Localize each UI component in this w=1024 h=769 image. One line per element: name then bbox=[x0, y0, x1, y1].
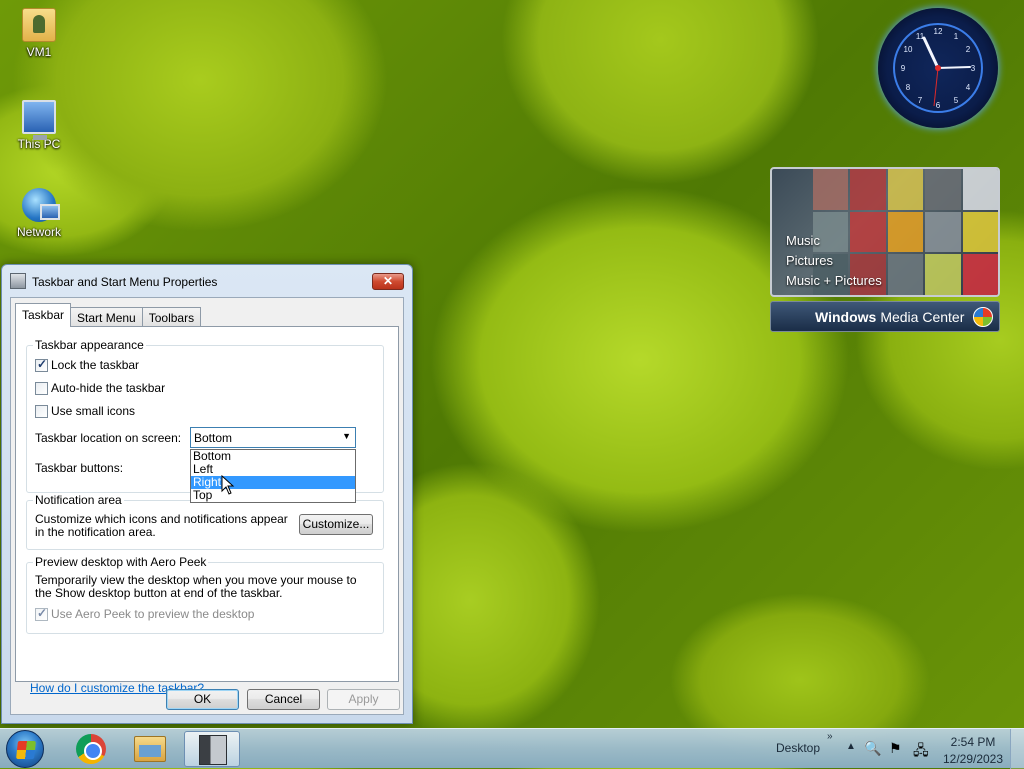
toolbar-chevron-icon[interactable]: » bbox=[827, 731, 833, 742]
notification-description: Customize which icons and notifications … bbox=[35, 512, 288, 539]
svg-text:7: 7 bbox=[918, 96, 923, 105]
combobox-value: Bottom bbox=[194, 431, 233, 445]
clock-face-icon: 1212 345 678 91011 bbox=[893, 23, 983, 113]
close-button[interactable]: ✕ bbox=[372, 273, 404, 290]
taskbar-properties-icon bbox=[199, 735, 227, 765]
media-menu-pictures[interactable]: Pictures bbox=[786, 251, 882, 271]
checkbox-label: Use Aero Peek to preview the desktop bbox=[51, 607, 255, 621]
option-right[interactable]: Right bbox=[191, 476, 355, 489]
media-menu-music[interactable]: Music bbox=[786, 231, 882, 251]
search-icon[interactable]: 🔍 bbox=[864, 740, 881, 757]
svg-text:8: 8 bbox=[906, 83, 911, 92]
taskbar-appearance-group: Taskbar appearance Lock the taskbar Auto… bbox=[26, 338, 384, 503]
tab-start-menu[interactable]: Start Menu bbox=[70, 307, 143, 326]
tab-taskbar[interactable]: Taskbar bbox=[15, 303, 72, 327]
group-title: Taskbar appearance bbox=[33, 338, 146, 352]
svg-text:5: 5 bbox=[954, 96, 959, 105]
taskbar-app-explorer[interactable] bbox=[122, 731, 178, 767]
desktop-icon-label: Network bbox=[16, 225, 61, 239]
brand-text: Media Center bbox=[880, 308, 965, 325]
dropdown-arrow-icon[interactable]: ▼ bbox=[342, 431, 351, 441]
svg-text:3: 3 bbox=[971, 64, 976, 73]
group-title: Notification area bbox=[33, 493, 124, 507]
mouse-cursor-icon bbox=[221, 475, 235, 495]
media-center-launch-bar[interactable]: Windows Media Center bbox=[770, 301, 1000, 332]
taskbar-tab-panel: Taskbar appearance Lock the taskbar Auto… bbox=[15, 326, 399, 695]
dialog-body: Taskbar Start Menu Toolbars Taskbar appe… bbox=[10, 297, 404, 715]
location-label: Taskbar location on screen: bbox=[35, 431, 182, 445]
file-explorer-icon bbox=[134, 736, 166, 762]
taskbar-properties-dialog: Taskbar and Start Menu Properties ✕ Task… bbox=[1, 264, 413, 724]
svg-text:6: 6 bbox=[936, 101, 941, 110]
desktop-toolbar-label[interactable]: Desktop bbox=[776, 741, 820, 755]
checkbox-label: Auto-hide the taskbar bbox=[51, 381, 166, 395]
tab-toolbars[interactable]: Toolbars bbox=[141, 307, 202, 326]
action-center-flag-icon[interactable]: ⚑ bbox=[889, 740, 902, 757]
checkbox-unchecked-icon[interactable] bbox=[35, 381, 48, 395]
show-hidden-icons-button[interactable]: ▲ bbox=[846, 741, 856, 752]
svg-text:4: 4 bbox=[966, 83, 971, 92]
brand-bold: Windows bbox=[815, 308, 877, 325]
user-folder-icon bbox=[22, 8, 56, 42]
checkbox-label: Use small icons bbox=[51, 404, 136, 418]
svg-text:1: 1 bbox=[954, 32, 959, 41]
checkbox-label: Lock the taskbar bbox=[51, 358, 140, 372]
apply-button[interactable]: Apply bbox=[327, 689, 400, 710]
svg-text:12: 12 bbox=[934, 27, 943, 36]
chrome-icon bbox=[76, 734, 106, 764]
taskbar-buttons-label: Taskbar buttons: bbox=[35, 461, 124, 475]
aero-peek-description: Temporarily view the desktop when you mo… bbox=[35, 573, 357, 600]
network-icon bbox=[22, 188, 60, 222]
customize-button[interactable]: Customize... bbox=[299, 514, 373, 535]
tray-clock[interactable]: 2:54 PM 12/29/2023 bbox=[938, 734, 1008, 768]
taskbar-app-properties[interactable] bbox=[184, 731, 240, 767]
media-menu-music-pictures[interactable]: Music + Pictures bbox=[786, 271, 882, 291]
checkbox-unchecked-icon[interactable] bbox=[35, 404, 48, 418]
taskbar-app-chrome[interactable] bbox=[60, 731, 116, 767]
windows-logo-icon bbox=[16, 741, 36, 759]
lock-taskbar-checkbox[interactable]: Lock the taskbar bbox=[35, 357, 140, 372]
aero-peek-checkbox: Use Aero Peek to preview the desktop bbox=[35, 606, 255, 621]
svg-text:2: 2 bbox=[966, 45, 971, 54]
location-dropdown-list: Bottom Left Right Top bbox=[190, 449, 356, 503]
windows-logo-icon bbox=[973, 307, 993, 327]
aero-peek-group: Preview desktop with Aero Peek Temporari… bbox=[26, 555, 384, 634]
small-icons-checkbox[interactable]: Use small icons bbox=[35, 404, 135, 418]
show-desktop-button[interactable] bbox=[1010, 729, 1024, 769]
computer-icon bbox=[22, 100, 56, 140]
clock-time: 2:54 PM bbox=[950, 735, 996, 749]
checkbox-checked-icon[interactable] bbox=[35, 357, 48, 372]
notification-area-group: Notification area Customize which icons … bbox=[26, 493, 384, 550]
tab-strip: Taskbar Start Menu Toolbars bbox=[15, 303, 202, 327]
clock-date: 12/29/2023 bbox=[942, 752, 1004, 766]
start-button[interactable] bbox=[6, 730, 44, 768]
network-tray-icon[interactable]: 🖧 bbox=[913, 740, 929, 764]
media-center-gadget[interactable]: Music Pictures Music + Pictures bbox=[770, 167, 1000, 297]
autohide-checkbox[interactable]: Auto-hide the taskbar bbox=[35, 381, 165, 395]
clock-gadget[interactable]: 12 1 2 345 678 9 10 11 bbox=[878, 8, 998, 128]
cancel-button[interactable]: Cancel bbox=[247, 689, 320, 710]
group-title: Preview desktop with Aero Peek bbox=[33, 555, 209, 569]
svg-text:9: 9 bbox=[901, 64, 906, 73]
properties-icon bbox=[10, 273, 26, 289]
desktop-icon-network[interactable]: Network bbox=[1, 188, 77, 239]
option-top[interactable]: Top bbox=[191, 489, 355, 502]
svg-text:10: 10 bbox=[904, 45, 913, 54]
desktop-icon-this-pc[interactable]: This PC bbox=[1, 100, 77, 151]
option-bottom[interactable]: Bottom bbox=[191, 450, 355, 463]
location-combobox[interactable]: Bottom ▼ bbox=[190, 427, 356, 448]
taskbar: Desktop » ▲ 🔍 ⚑ 🖧 2:54 PM 12/29/2023 bbox=[0, 728, 1024, 769]
checkbox-checked-icon bbox=[35, 606, 48, 621]
title-bar[interactable]: Taskbar and Start Menu Properties ✕ bbox=[2, 265, 412, 297]
ok-button[interactable]: OK bbox=[166, 689, 239, 710]
desktop-icon-vm1[interactable]: VM1 bbox=[1, 8, 77, 59]
dialog-title: Taskbar and Start Menu Properties bbox=[32, 275, 218, 289]
desktop-icon-label: VM1 bbox=[26, 45, 52, 59]
